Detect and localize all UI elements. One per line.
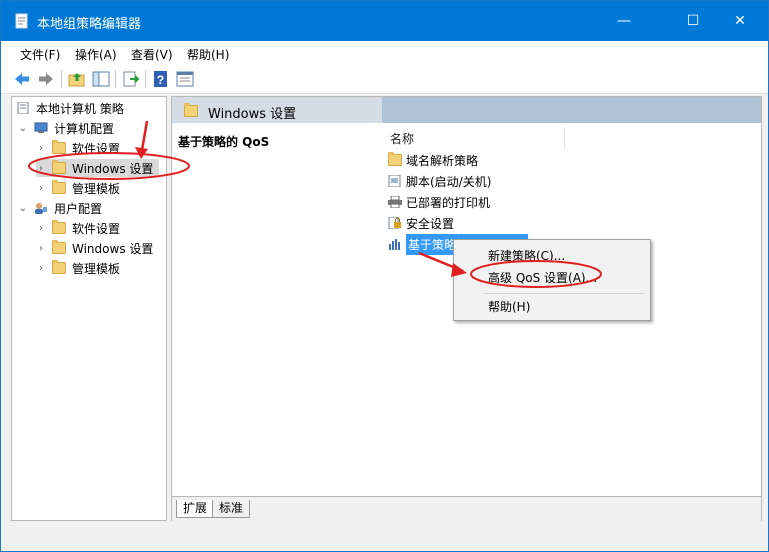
column-header-name[interactable]: 名称 — [390, 130, 414, 147]
svg-text:?: ? — [157, 73, 164, 87]
tree-label: 本地计算机 策略 — [36, 101, 124, 116]
tree-label: Windows 设置 — [72, 161, 154, 176]
script-icon — [388, 175, 401, 187]
list-item-label: 安全设置 — [406, 216, 455, 231]
window-title: 本地组策略编辑器 — [37, 17, 142, 32]
menu-view[interactable]: 查看(V) — [131, 46, 173, 63]
tab-standard[interactable]: 标准 — [212, 500, 251, 518]
menu-item-new-policy[interactable]: 新建策略(C)... — [488, 247, 565, 264]
maximize-icon: ☐ — [686, 13, 700, 29]
properties-icon[interactable] — [176, 70, 194, 88]
show-hide-tree-icon[interactable] — [92, 70, 110, 88]
chevron-right-icon[interactable]: › — [36, 163, 46, 174]
list-item[interactable]: 脚本(启动/关机) — [388, 172, 491, 190]
tab-label: 扩展 — [183, 501, 208, 515]
up-folder-icon[interactable] — [68, 70, 86, 88]
menu-item-help[interactable]: 帮助(H) — [488, 298, 530, 315]
tree-item-user-config[interactable]: ⌄ 用户配置 — [18, 199, 102, 217]
tree-label: Windows 设置 — [72, 241, 154, 256]
help-icon[interactable]: ? — [152, 70, 170, 88]
gpedit-app-icon — [15, 13, 28, 29]
list-item-label: 脚本(启动/关机) — [406, 174, 492, 189]
folder-icon — [52, 240, 66, 254]
tree-item-uc-windows[interactable]: › Windows 设置 — [36, 239, 153, 257]
menu-separator — [484, 293, 644, 294]
tree-label: 计算机配置 — [54, 121, 115, 136]
tree-label: 管理模板 — [72, 261, 121, 276]
context-menu: 新建策略(C)... 高级 QoS 设置(A)... 帮助(H) — [453, 239, 651, 321]
qos-chart-icon — [389, 239, 400, 250]
computer-icon — [34, 122, 48, 133]
folder-icon — [52, 180, 66, 194]
export-list-icon[interactable] — [122, 70, 140, 88]
tree-item-uc-admin[interactable]: › 管理模板 — [36, 259, 120, 277]
chevron-right-icon[interactable]: › — [36, 243, 46, 254]
folder-icon — [52, 160, 66, 174]
tree-label: 用户配置 — [54, 201, 103, 216]
folder-icon — [52, 220, 66, 234]
tab-extended[interactable]: 扩展 — [176, 500, 215, 518]
chevron-right-icon[interactable]: › — [36, 183, 46, 194]
tree-item-cc-admin[interactable]: › 管理模板 — [36, 179, 120, 197]
view-tabs: 扩展 标准 — [172, 496, 761, 521]
menu-bar: 文件(F) 操作(A) 查看(V) 帮助(H) — [1, 41, 768, 65]
tree-item-root[interactable]: 本地计算机 策略 — [16, 99, 124, 117]
chevron-right-icon[interactable]: › — [36, 143, 46, 154]
menu-help[interactable]: 帮助(H) — [187, 46, 229, 63]
tree-label: 管理模板 — [72, 181, 121, 196]
tab-label: 标准 — [219, 501, 244, 515]
tree-label: 软件设置 — [72, 141, 121, 156]
toolbar-separator — [61, 70, 62, 88]
user-icon — [35, 203, 47, 214]
printer-icon — [388, 196, 402, 208]
tree-item-uc-software[interactable]: › 软件设置 — [36, 219, 120, 237]
minimize-button[interactable]: — — [601, 1, 647, 41]
folder-icon — [52, 260, 66, 274]
section-title: 基于策略的 QoS — [178, 135, 270, 149]
column-divider[interactable] — [564, 127, 565, 149]
tree-item-computer-config[interactable]: ⌄ 计算机配置 — [18, 119, 114, 137]
toolbar-separator — [145, 70, 146, 88]
menu-item-advanced-qos[interactable]: 高级 QoS 设置(A)... — [488, 269, 597, 286]
back-arrow-icon[interactable] — [13, 70, 31, 88]
close-icon: ✕ — [734, 13, 746, 29]
details-header: Windows 设置 — [172, 97, 761, 123]
security-icon — [388, 217, 401, 229]
folder-icon — [52, 140, 66, 154]
list-item-label: 已部署的打印机 — [406, 195, 491, 210]
list-item[interactable]: 已部署的打印机 — [388, 193, 490, 211]
app-window: 本地组策略编辑器 — ☐ ✕ 文件(F) 操作(A) 查看(V) 帮助(H) ?… — [0, 0, 769, 552]
tree-item-cc-windows[interactable]: › Windows 设置 — [36, 159, 160, 177]
list-item-label: 域名解析策略 — [406, 153, 479, 168]
minimize-icon: — — [617, 13, 631, 29]
maximize-button[interactable]: ☐ — [670, 1, 716, 41]
tree-pane: 本地计算机 策略 ⌄ 计算机配置 › 软件设置 › Windows 设置 › 管… — [11, 96, 167, 521]
chevron-right-icon[interactable]: › — [36, 223, 46, 234]
menu-file[interactable]: 文件(F) — [20, 46, 60, 63]
tree-item-cc-software[interactable]: › 软件设置 — [36, 139, 120, 157]
close-button[interactable]: ✕ — [717, 1, 763, 41]
details-header-title: Windows 设置 — [208, 107, 297, 122]
folder-icon — [388, 152, 402, 166]
policy-document-icon — [17, 102, 29, 114]
chevron-right-icon[interactable]: › — [36, 263, 46, 274]
list-item[interactable]: 域名解析策略 — [388, 151, 478, 169]
toolbar-separator — [115, 70, 116, 88]
status-bar — [1, 525, 768, 551]
tree-label: 软件设置 — [72, 221, 121, 236]
folder-icon — [184, 103, 198, 117]
forward-arrow-icon[interactable] — [37, 70, 55, 88]
toolbar: ? — [1, 65, 768, 94]
title-bar: 本地组策略编辑器 — ☐ ✕ — [1, 1, 768, 41]
list-item[interactable]: 安全设置 — [388, 214, 454, 232]
menu-action[interactable]: 操作(A) — [75, 46, 117, 63]
description-panel — [172, 123, 377, 493]
chevron-down-icon[interactable]: ⌄ — [18, 203, 28, 214]
chevron-down-icon[interactable]: ⌄ — [18, 123, 28, 134]
